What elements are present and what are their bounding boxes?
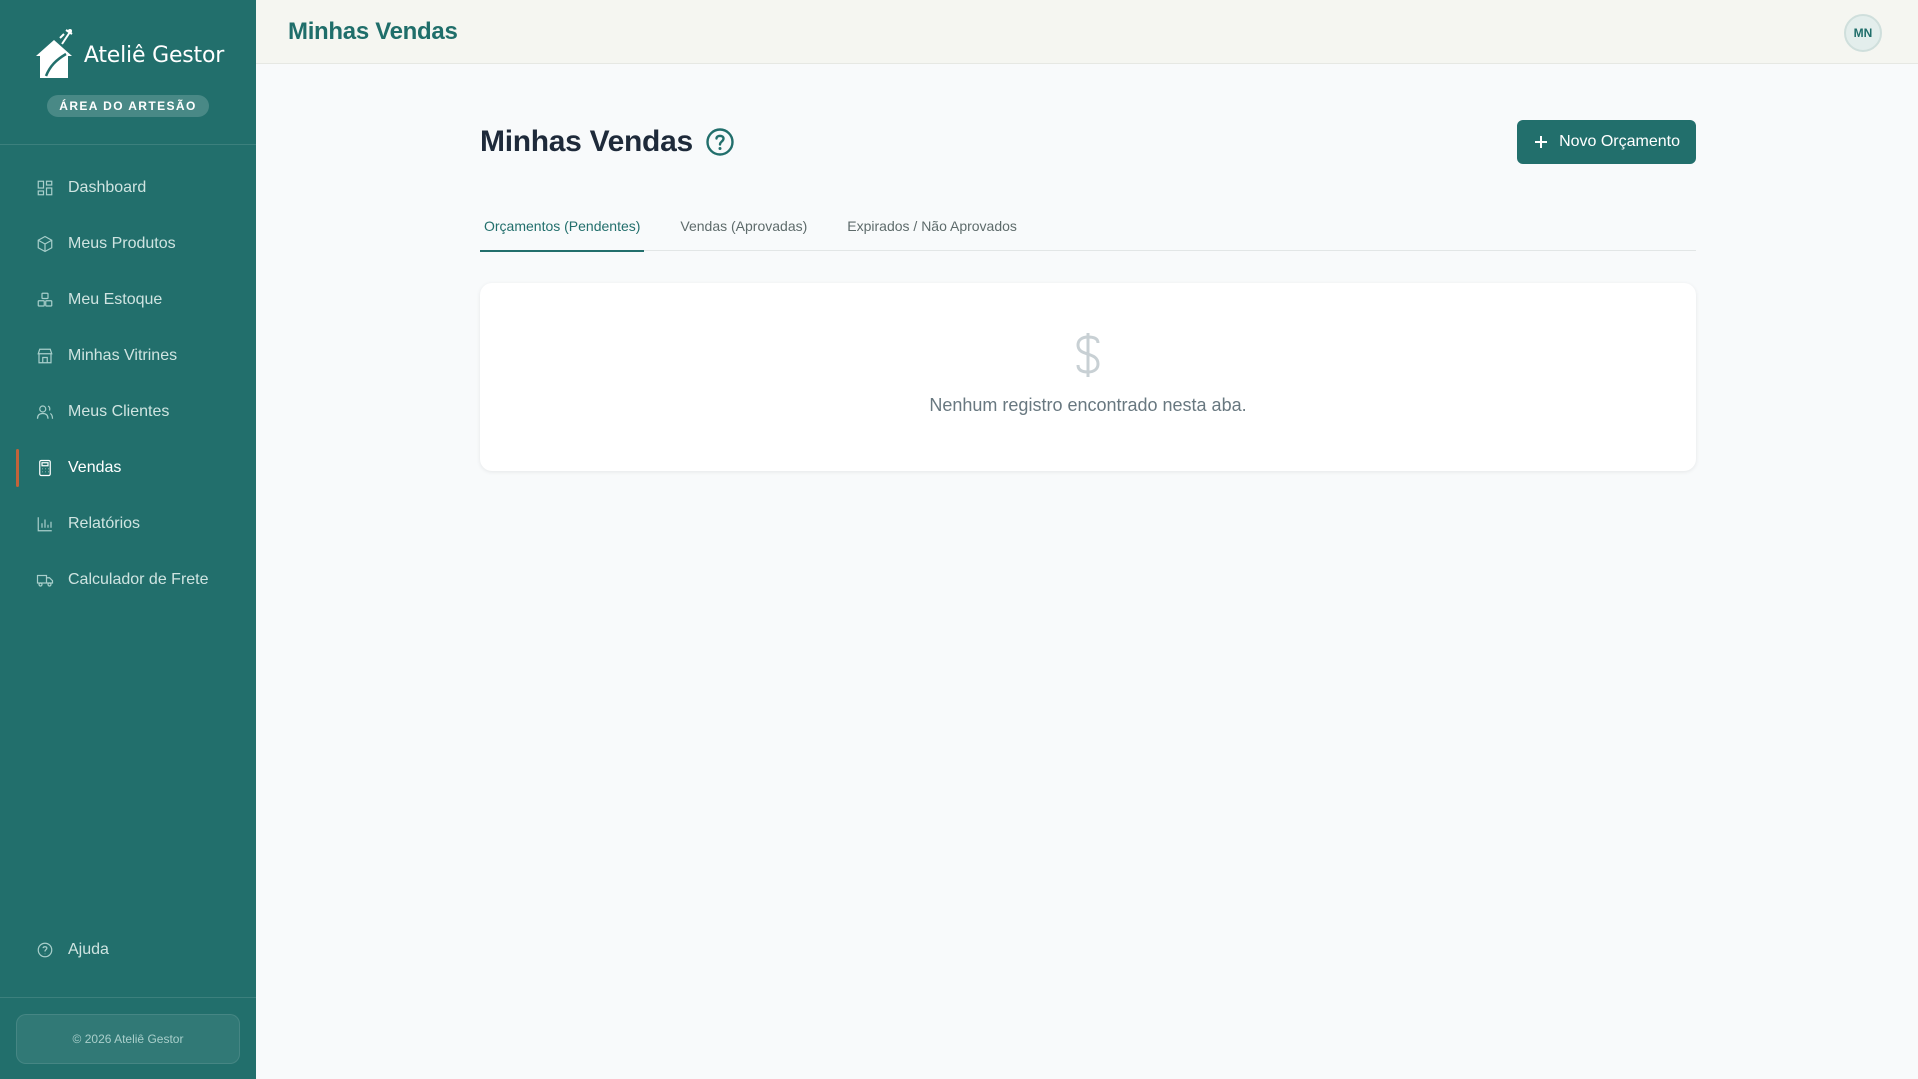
page-title: Minhas Vendas [480, 125, 693, 158]
help-icon[interactable] [705, 127, 735, 157]
new-quote-button[interactable]: Novo Orçamento [1517, 120, 1696, 164]
topbar: Minhas Vendas MN [256, 0, 1918, 64]
sidebar-item-frete[interactable]: Calculador de Frete [16, 557, 240, 603]
brand: Ateliê Gestor ÁREA DO ARTESÃO [0, 0, 256, 145]
sidebar-item-ajuda[interactable]: Ajuda [16, 927, 240, 973]
sidebar-item-dashboard[interactable]: Dashboard [16, 165, 240, 211]
topbar-title: Minhas Vendas [288, 17, 458, 45]
brand-name: Ateliê Gestor [83, 43, 225, 68]
sidebar-item-vitrines[interactable]: Minhas Vitrines [16, 333, 240, 379]
dollar-icon [1071, 331, 1105, 379]
sidebar-item-label: Dashboard [68, 179, 147, 196]
avatar[interactable]: MN [1844, 14, 1882, 52]
page-header: Minhas Vendas Novo Orçamento [480, 120, 1696, 164]
sidebar-item-vendas[interactable]: Vendas [16, 445, 240, 491]
sidebar-item-produtos[interactable]: Meus Produtos [16, 221, 240, 267]
tab-vendas[interactable]: Vendas (Aprovadas) [676, 201, 811, 251]
sidebar-nav: Dashboard Meus Produtos Meu Estoque Minh… [16, 165, 240, 613]
sidebar-help: Ajuda [16, 927, 240, 983]
sidebar-item-label: Meus Produtos [68, 235, 176, 252]
dashboard-icon [36, 179, 54, 197]
sidebar-item-label: Minhas Vitrines [68, 347, 178, 364]
sidebar-item-label: Vendas [68, 459, 122, 476]
calculator-icon [36, 459, 54, 477]
empty-state-message: Nenhum registro encontrado nesta aba. [929, 395, 1247, 415]
sidebar-footer: © 2026 Ateliê Gestor [16, 1014, 240, 1064]
sidebar-item-label: Ajuda [68, 941, 109, 958]
house-logo-icon [32, 26, 78, 85]
tab-orcamentos[interactable]: Orçamentos (Pendentes) [480, 201, 645, 252]
sidebar-item-label: Meus Clientes [68, 403, 170, 420]
users-icon [36, 403, 54, 421]
package-icon [36, 235, 54, 253]
bar-chart-icon [36, 515, 54, 533]
sidebar-item-relatorios[interactable]: Relatórios [16, 501, 240, 547]
sidebar-item-label: Meu Estoque [68, 291, 163, 308]
tab-expirados[interactable]: Expirados / Não Aprovados [843, 201, 1021, 251]
sidebar-item-label: Relatórios [68, 515, 141, 532]
area-badge: ÁREA DO ARTESÃO [47, 95, 209, 117]
empty-state-card: Nenhum registro encontrado nesta aba. [480, 283, 1696, 471]
plus-icon [1535, 136, 1548, 148]
sidebar: Ateliê Gestor ÁREA DO ARTESÃO Dashboard … [0, 0, 256, 1079]
sidebar-item-clientes[interactable]: Meus Clientes [16, 389, 240, 435]
truck-icon [36, 571, 54, 589]
brand-logo[interactable]: Ateliê Gestor [32, 26, 224, 85]
sidebar-divider [0, 997, 256, 998]
store-icon [36, 347, 54, 365]
help-circle-icon [36, 941, 54, 959]
sidebar-item-estoque[interactable]: Meu Estoque [16, 277, 240, 323]
boxes-icon [36, 291, 54, 309]
new-quote-label: Novo Orçamento [1559, 133, 1680, 150]
tabs: Orçamentos (Pendentes) Vendas (Aprovadas… [480, 201, 1696, 252]
sidebar-item-label: Calculador de Frete [68, 571, 209, 588]
